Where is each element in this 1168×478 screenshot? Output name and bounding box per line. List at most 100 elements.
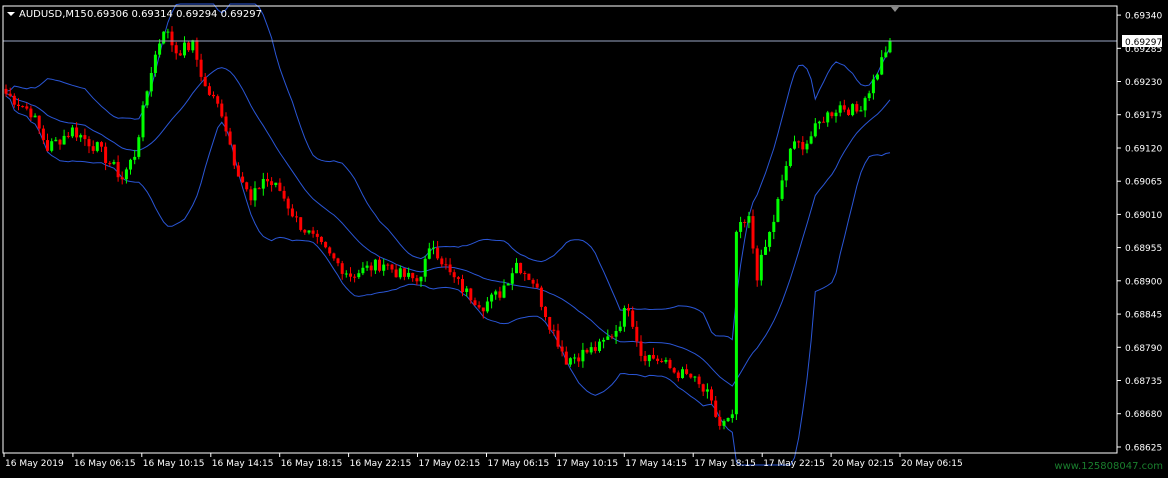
candle-body — [772, 221, 776, 232]
candle-body — [606, 336, 610, 340]
candle-body — [153, 54, 157, 73]
y-tick-label: 0.68955 — [1125, 244, 1162, 254]
candle-body — [423, 258, 427, 277]
candle-body — [797, 141, 801, 143]
candle-body — [357, 273, 361, 278]
candle — [153, 50, 157, 77]
candle-body — [809, 136, 813, 144]
x-tick-label: 16 May 10:15 — [143, 459, 205, 469]
chart-window: 0.69297 0.69340 0.69285 0.69230 0.69175 0.69… — [0, 0, 1168, 474]
y-tick-label: 0.69230 — [1125, 78, 1162, 88]
candle-body — [187, 42, 191, 51]
candle-body — [104, 146, 108, 163]
candle-body — [174, 45, 178, 54]
chart-background — [0, 0, 1168, 474]
candle-body — [656, 358, 660, 361]
candle-body — [764, 246, 767, 255]
candle-body — [70, 127, 74, 137]
candle-body — [37, 115, 41, 129]
candle-body — [461, 279, 464, 292]
y-tick-label: 0.68680 — [1125, 410, 1162, 420]
candle-body — [178, 53, 182, 56]
candle-body — [311, 230, 315, 234]
candle-body — [261, 179, 265, 189]
candle-body — [411, 272, 415, 279]
candle-body — [203, 77, 207, 87]
candle-body — [137, 137, 141, 157]
candle-body — [290, 208, 294, 217]
candle-body — [705, 389, 709, 392]
candle-body — [465, 288, 469, 292]
watermark: www.125808047.com — [1054, 461, 1163, 472]
candle-body — [851, 104, 855, 116]
candle-body — [527, 273, 531, 280]
y-tick-label: 0.69340 — [1125, 12, 1162, 22]
candle-body — [647, 355, 651, 362]
candle — [141, 101, 145, 142]
x-tick-label: 17 May 02:15 — [419, 459, 481, 469]
candle-body — [494, 291, 498, 295]
candle-body — [660, 361, 664, 362]
candle-body — [29, 108, 33, 118]
candle-body — [299, 217, 303, 230]
candle-body — [697, 376, 701, 385]
y-tick-label: 0.69285 — [1125, 45, 1162, 55]
candle-body — [228, 131, 232, 145]
candle-body — [216, 96, 220, 104]
candle-body — [436, 247, 440, 259]
candle-body — [515, 262, 518, 274]
candle-body — [544, 306, 547, 317]
y-tick-label: 0.69175 — [1125, 111, 1162, 121]
candle-body — [888, 41, 892, 53]
candle-body — [402, 268, 406, 277]
x-tick-label: 16 May 2019 — [5, 459, 64, 469]
candle-body — [610, 336, 614, 338]
candle-body — [328, 247, 332, 254]
candle-body — [100, 142, 103, 147]
y-tick-label: 0.69065 — [1125, 178, 1162, 188]
candle — [776, 197, 780, 223]
candle-body — [817, 121, 821, 124]
candle-body — [598, 341, 601, 351]
candle-body — [730, 414, 734, 418]
candle-body — [801, 142, 805, 150]
candle-body — [664, 360, 668, 362]
candle-body — [859, 110, 863, 112]
candle-body — [693, 376, 697, 378]
candle-body — [481, 307, 485, 312]
candle-body — [79, 135, 83, 138]
candle-body — [548, 317, 552, 330]
candle-body — [834, 112, 838, 117]
candle-body — [871, 79, 875, 94]
candle-body — [685, 369, 689, 374]
candle-body — [473, 300, 477, 306]
candle-body — [822, 121, 826, 123]
candle-body — [394, 269, 398, 278]
candle-body — [755, 248, 759, 281]
candle-body — [631, 310, 635, 327]
candle-body — [419, 276, 423, 282]
candle-body — [701, 384, 705, 392]
candle-body — [552, 329, 556, 331]
candle-body — [245, 182, 249, 190]
candle-body — [41, 128, 45, 140]
candle — [751, 209, 755, 254]
candle-body — [838, 105, 842, 113]
x-tick-label: 17 May 14:15 — [625, 459, 687, 469]
candle-body — [884, 52, 888, 58]
candle-body — [407, 272, 411, 277]
candle-body — [315, 233, 319, 237]
candle-body — [278, 182, 282, 191]
candle-body — [336, 258, 340, 264]
candle-body — [531, 279, 535, 284]
candle-body — [25, 106, 29, 109]
candle-body — [444, 264, 448, 266]
candle-body — [241, 176, 245, 183]
candle-body — [627, 308, 630, 311]
candle-body — [593, 347, 597, 351]
candle-body — [485, 301, 489, 312]
candle-body — [353, 276, 357, 278]
candle-body — [124, 169, 128, 180]
candle-body — [257, 188, 261, 190]
x-tick-label: 20 May 02:15 — [832, 459, 894, 469]
